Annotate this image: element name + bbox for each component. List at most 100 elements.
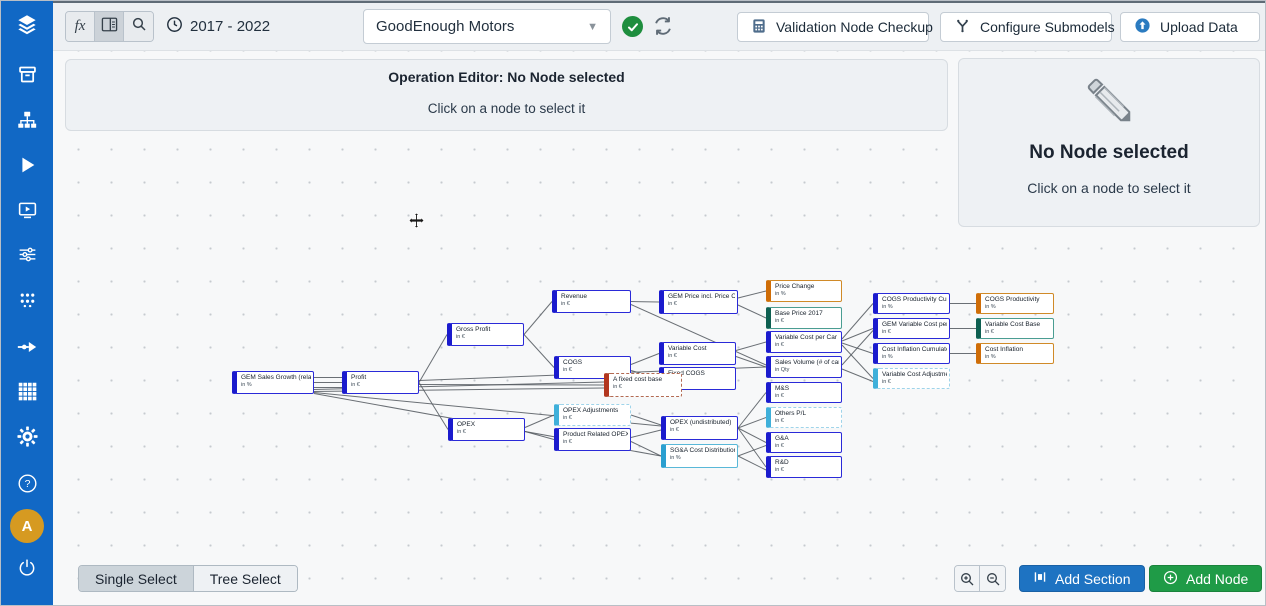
graph-node-base-price[interactable]: Base Price 2017in €: [766, 307, 842, 329]
graph-node-unit: in €: [563, 439, 628, 446]
formula-button[interactable]: fx: [66, 12, 95, 41]
graph-node-unit: in €: [775, 467, 839, 474]
sidebar-item-grid[interactable]: [1, 376, 53, 412]
inspector-subtitle: Click on a node to select it: [959, 180, 1259, 196]
graph-node-unit: in Qty: [775, 367, 839, 374]
graph-node-label: Variable Cost: [668, 345, 733, 353]
check-icon: [627, 21, 639, 33]
gear-icon: [16, 425, 39, 453]
graph-node-vcb[interactable]: Variable Cost Basein €: [976, 318, 1054, 339]
pencil-icon: [959, 73, 1259, 132]
graph-node-ga[interactable]: G&Ain €: [766, 432, 842, 453]
upload-data-button[interactable]: Upload Data: [1120, 12, 1260, 42]
graph-node-label: Variable Cost per Car: [775, 334, 839, 342]
add-node-button[interactable]: Add Node: [1149, 565, 1262, 592]
graph-node-unit: in €: [456, 334, 521, 341]
sidebar-item-archive[interactable]: [1, 59, 53, 95]
graph-node-unit: in %: [985, 304, 1051, 311]
graph-node-label: Cost Inflation Cumulated: [882, 346, 947, 354]
graph-node-label: Base Price 2017: [775, 310, 839, 318]
graph-node-price-change[interactable]: Price Changein %: [766, 280, 842, 302]
graph-node-unit: in %: [882, 304, 947, 311]
graph-node-unit: in €: [882, 329, 947, 336]
user-avatar[interactable]: A: [1, 508, 53, 544]
graph-node-unit: in €: [668, 301, 735, 308]
graph-node-label: Price Change: [775, 283, 839, 291]
graph-node-gvc[interactable]: GEM Variable Cost per Car w...in €: [873, 318, 950, 339]
graph-node-label: A fixed cost base: [613, 376, 679, 384]
time-range[interactable]: 2017 - 2022: [166, 1, 270, 51]
graph-node-opex[interactable]: OPEXin €: [448, 418, 525, 441]
sidebar-item-settings[interactable]: [1, 421, 53, 457]
operation-editor-subtitle: Click on a node to select it: [66, 101, 947, 116]
sidebar: ? A: [1, 1, 53, 606]
graph-node-gem-price[interactable]: GEM Price incl. Price Changein €: [659, 290, 738, 314]
graph-node-prod-opex[interactable]: Product Related OPEXin €: [554, 428, 631, 451]
panel-view-button[interactable]: [95, 12, 124, 41]
select-mode-group: Single Select Tree Select: [78, 565, 298, 592]
graph-node-profit[interactable]: Profitin €: [342, 371, 419, 394]
sitemap-icon: [16, 109, 38, 136]
graph-node-rd[interactable]: R&Din €: [766, 456, 842, 478]
sidebar-item-help[interactable]: ?: [1, 468, 53, 504]
sidebar-item-parameters[interactable]: [1, 239, 53, 275]
add-circle-icon: [1163, 570, 1178, 588]
graph-node-others[interactable]: Others P/Lin €: [766, 407, 842, 428]
clock-icon: [166, 16, 183, 37]
graph-node-sga[interactable]: SG&A Cost Distributionin %: [661, 444, 738, 468]
graph-node-label: COGS Productivity Cumulated: [882, 296, 947, 304]
sidebar-item-logout[interactable]: [1, 552, 53, 588]
model-select[interactable]: GoodEnough Motors ▼: [363, 9, 611, 44]
refresh-button[interactable]: [652, 15, 674, 37]
graph-node-gross[interactable]: Gross Profitin €: [447, 323, 524, 346]
graph-node-unit: in %: [670, 455, 735, 462]
upload-icon: [1134, 17, 1151, 37]
zoom-in-button[interactable]: [955, 566, 980, 591]
graph-node-gem[interactable]: GEM Sales Growth (relative t...in %: [232, 371, 314, 394]
graph-node-cic[interactable]: Cost Inflation Cumulatedin %: [873, 343, 950, 364]
graph-node-label: GEM Variable Cost per Car w...: [882, 321, 947, 329]
graph-node-unit: in €: [561, 301, 628, 308]
graph-node-label: Profit: [351, 374, 416, 382]
configure-submodels-button[interactable]: Configure Submodels: [940, 12, 1112, 42]
help-icon: ?: [17, 473, 38, 499]
graph-node-fixed-base[interactable]: A fixed cost basein €: [604, 373, 682, 397]
model-select-value: GoodEnough Motors: [376, 18, 514, 35]
graph-node-opex-und[interactable]: OPEX (undistributed)in €: [661, 416, 738, 440]
graph-node-revenue[interactable]: Revenuein €: [552, 290, 631, 313]
graph-node-label: Revenue: [561, 293, 628, 301]
graph-node-cp[interactable]: COGS Productivityin %: [976, 293, 1054, 314]
graph-node-vcpc[interactable]: Variable Cost per Carin €: [766, 331, 842, 353]
graph-node-opex-adj[interactable]: OPEX Adjustmentsin €: [554, 404, 631, 426]
graph-node-var-cost[interactable]: Variable Costin €: [659, 342, 736, 365]
validation-node-checkup-button[interactable]: Validation Node Checkup: [737, 12, 929, 42]
sidebar-item-flow[interactable]: [1, 331, 53, 367]
graph-node-cpc[interactable]: COGS Productivity Cumulatedin %: [873, 293, 950, 314]
sliders-icon: [17, 244, 38, 270]
single-select-tab[interactable]: Single Select: [79, 566, 194, 591]
search-button[interactable]: [124, 12, 153, 41]
graph-node-sales-vol[interactable]: Sales Volume (# of cars)in Qty: [766, 356, 842, 378]
sidebar-item-sitemap[interactable]: [1, 104, 53, 140]
zoom-out-button[interactable]: [980, 566, 1005, 591]
graph-node-unit: in €: [775, 318, 839, 325]
graph-node-unit: in €: [775, 393, 839, 400]
graph-node-ms[interactable]: M&Sin €: [766, 382, 842, 403]
graph-node-unit: in €: [775, 443, 839, 450]
zoom-in-icon: [959, 571, 975, 587]
app-logo[interactable]: [1, 9, 53, 45]
graph-node-unit: in €: [775, 418, 839, 425]
graph-node-ci[interactable]: Cost Inflationin %: [976, 343, 1054, 364]
avatar: A: [10, 509, 44, 543]
tree-select-tab[interactable]: Tree Select: [194, 566, 297, 591]
sidebar-item-presentation[interactable]: [1, 194, 53, 230]
sidebar-item-cluster[interactable]: [1, 284, 53, 320]
graph-node-label: GEM Price incl. Price Change: [668, 293, 735, 301]
add-section-button[interactable]: Add Section: [1019, 565, 1145, 592]
operation-editor-title: Operation Editor: No Node selected: [66, 69, 947, 85]
sidebar-item-run[interactable]: [1, 149, 53, 185]
graph-node-vca[interactable]: Variable Cost Adjustmentin €: [873, 368, 950, 389]
graph-node-unit: in €: [775, 342, 839, 349]
graph-node-label: COGS Productivity: [985, 296, 1051, 304]
move-cursor-icon: [408, 212, 425, 234]
